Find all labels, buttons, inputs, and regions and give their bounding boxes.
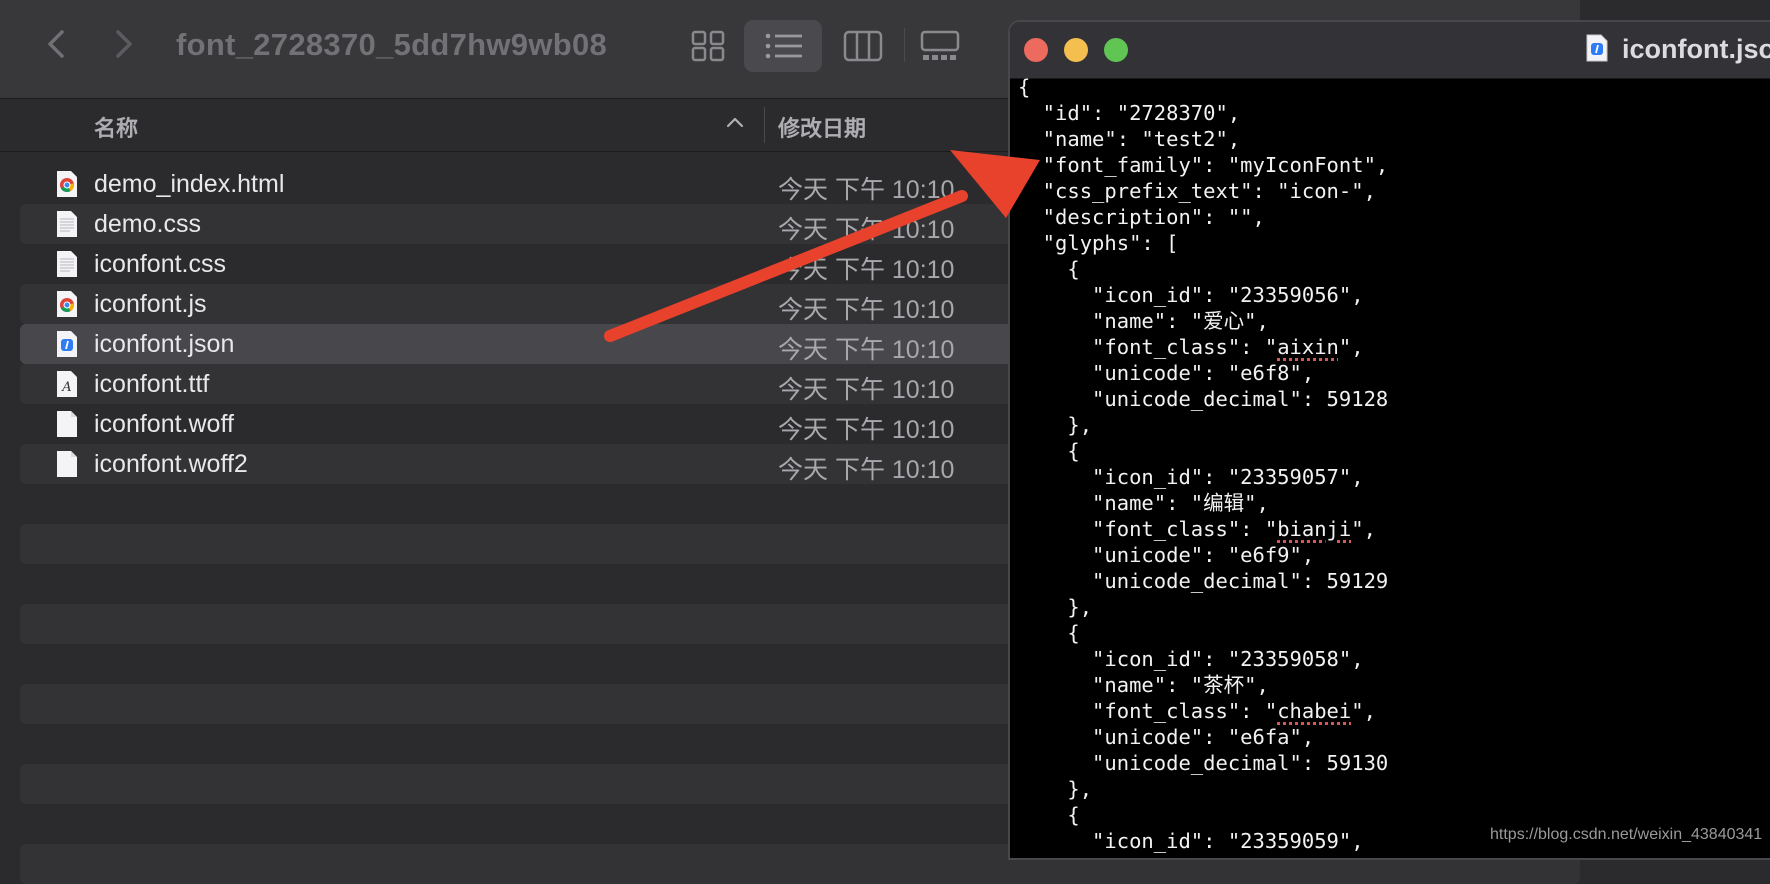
file-name: iconfont.js <box>94 290 207 318</box>
code-line: "description": "", <box>1018 205 1265 229</box>
list-view-button[interactable] <box>744 20 822 72</box>
file-name: demo_index.html <box>94 170 285 198</box>
date-column-header[interactable]: 修改日期 <box>778 111 866 143</box>
spellcheck-squiggle: chabei <box>1277 699 1352 723</box>
column-view-button[interactable] <box>823 20 901 72</box>
close-window-button[interactable] <box>1024 38 1048 62</box>
file-date: 今天 下午 10:10 <box>778 216 955 244</box>
code-line: "unicode_decimal": 59128 <box>1018 387 1389 411</box>
folder-title: font_2728370_5dd7hw9wb08 <box>176 27 608 62</box>
json-code-view[interactable]: { "id": "2728370", "name": "test2", "fon… <box>1018 74 1388 854</box>
sort-ascending-icon[interactable] <box>726 111 744 139</box>
code-line: "id": "2728370", <box>1018 101 1241 125</box>
minimize-window-button[interactable] <box>1064 38 1088 62</box>
file-name: iconfont.woff2 <box>94 450 248 478</box>
code-line: "unicode": "e6fa", <box>1018 725 1315 749</box>
gallery-view-button[interactable] <box>900 20 978 72</box>
code-line: "name": "茶杯", <box>1018 673 1269 697</box>
code-line: "unicode": "e6f9", <box>1018 543 1315 567</box>
json-doc-icon <box>1586 34 1608 62</box>
chevron-left-icon <box>48 30 64 58</box>
chevron-right-icon <box>116 30 132 58</box>
file-date: 今天 下午 10:10 <box>778 376 955 404</box>
file-name: demo.css <box>94 210 201 238</box>
file-date: 今天 下午 10:10 <box>778 256 955 284</box>
columns-icon <box>843 30 883 62</box>
back-button[interactable] <box>38 26 74 62</box>
zoom-window-button[interactable] <box>1104 38 1128 62</box>
svg-text:A: A <box>61 380 71 395</box>
code-line: "unicode_decimal": 59130 <box>1018 751 1389 775</box>
code-line: { <box>1018 75 1031 99</box>
blank-doc-icon <box>56 450 78 478</box>
chrome-icon <box>56 290 78 318</box>
file-name: iconfont.ttf <box>94 370 210 398</box>
code-line: "font_class": "bianji", <box>1018 517 1376 541</box>
code-line: "font_class": "aixin", <box>1018 335 1364 359</box>
code-line: "icon_id": "23359058", <box>1018 647 1364 671</box>
font-doc-icon: A <box>56 370 78 398</box>
code-line: "font_class": "chabei", <box>1018 699 1376 723</box>
blank-doc-icon <box>56 410 78 438</box>
column-divider[interactable] <box>764 107 765 143</box>
code-line: }, <box>1018 595 1093 619</box>
file-date: 今天 下午 10:10 <box>778 336 955 364</box>
code-line: "css_prefix_text": "icon-", <box>1018 179 1376 203</box>
code-line: "unicode_decimal": 59129 <box>1018 569 1389 593</box>
code-line: { <box>1018 621 1080 645</box>
icon-view-button[interactable] <box>670 20 748 72</box>
spellcheck-squiggle: aixin <box>1277 335 1339 359</box>
watermark: https://blog.csdn.net/weixin_43840341 <box>1490 826 1763 843</box>
code-line: }, <box>1018 413 1093 437</box>
json-doc-icon <box>56 330 78 358</box>
editor-titlebar: iconfont.json <box>1010 22 1770 79</box>
code-line: "name": "爱心", <box>1018 309 1269 333</box>
forward-button[interactable] <box>106 26 142 62</box>
code-line: "name": "编辑", <box>1018 491 1269 515</box>
file-name: iconfont.json <box>94 330 235 358</box>
code-line: { <box>1018 439 1080 463</box>
chrome-icon <box>56 170 78 198</box>
code-line: "font_family": "myIconFont", <box>1018 153 1389 177</box>
code-line: }, <box>1018 777 1093 801</box>
code-line: "glyphs": [ <box>1018 231 1179 255</box>
file-date: 今天 下午 10:10 <box>778 296 955 324</box>
gallery-icon <box>920 30 960 60</box>
list-icon <box>765 33 802 59</box>
code-line: "icon_id": "23359057", <box>1018 465 1364 489</box>
json-editor-window: iconfont.json { "id": "2728370", "name":… <box>1008 20 1770 860</box>
text-doc-icon <box>56 250 78 278</box>
code-line: "icon_id": "23359056", <box>1018 283 1364 307</box>
spellcheck-squiggle: bianji <box>1277 517 1352 541</box>
file-name: iconfont.woff <box>94 410 234 438</box>
file-date: 今天 下午 10:10 <box>778 176 955 204</box>
code-line: { <box>1018 257 1080 281</box>
code-line: { <box>1018 803 1080 827</box>
code-line: "icon_id": "23359059", <box>1018 829 1364 853</box>
file-date: 今天 下午 10:10 <box>778 416 955 444</box>
grid-icon <box>691 30 725 62</box>
code-line: "unicode": "e6f8", <box>1018 361 1315 385</box>
file-name: iconfont.css <box>94 250 227 278</box>
file-date: 今天 下午 10:10 <box>778 456 955 484</box>
code-line: "name": "test2", <box>1018 127 1241 151</box>
name-column-header[interactable]: 名称 <box>94 111 138 143</box>
editor-title: iconfont.json <box>1622 34 1770 64</box>
text-doc-icon <box>56 210 78 238</box>
